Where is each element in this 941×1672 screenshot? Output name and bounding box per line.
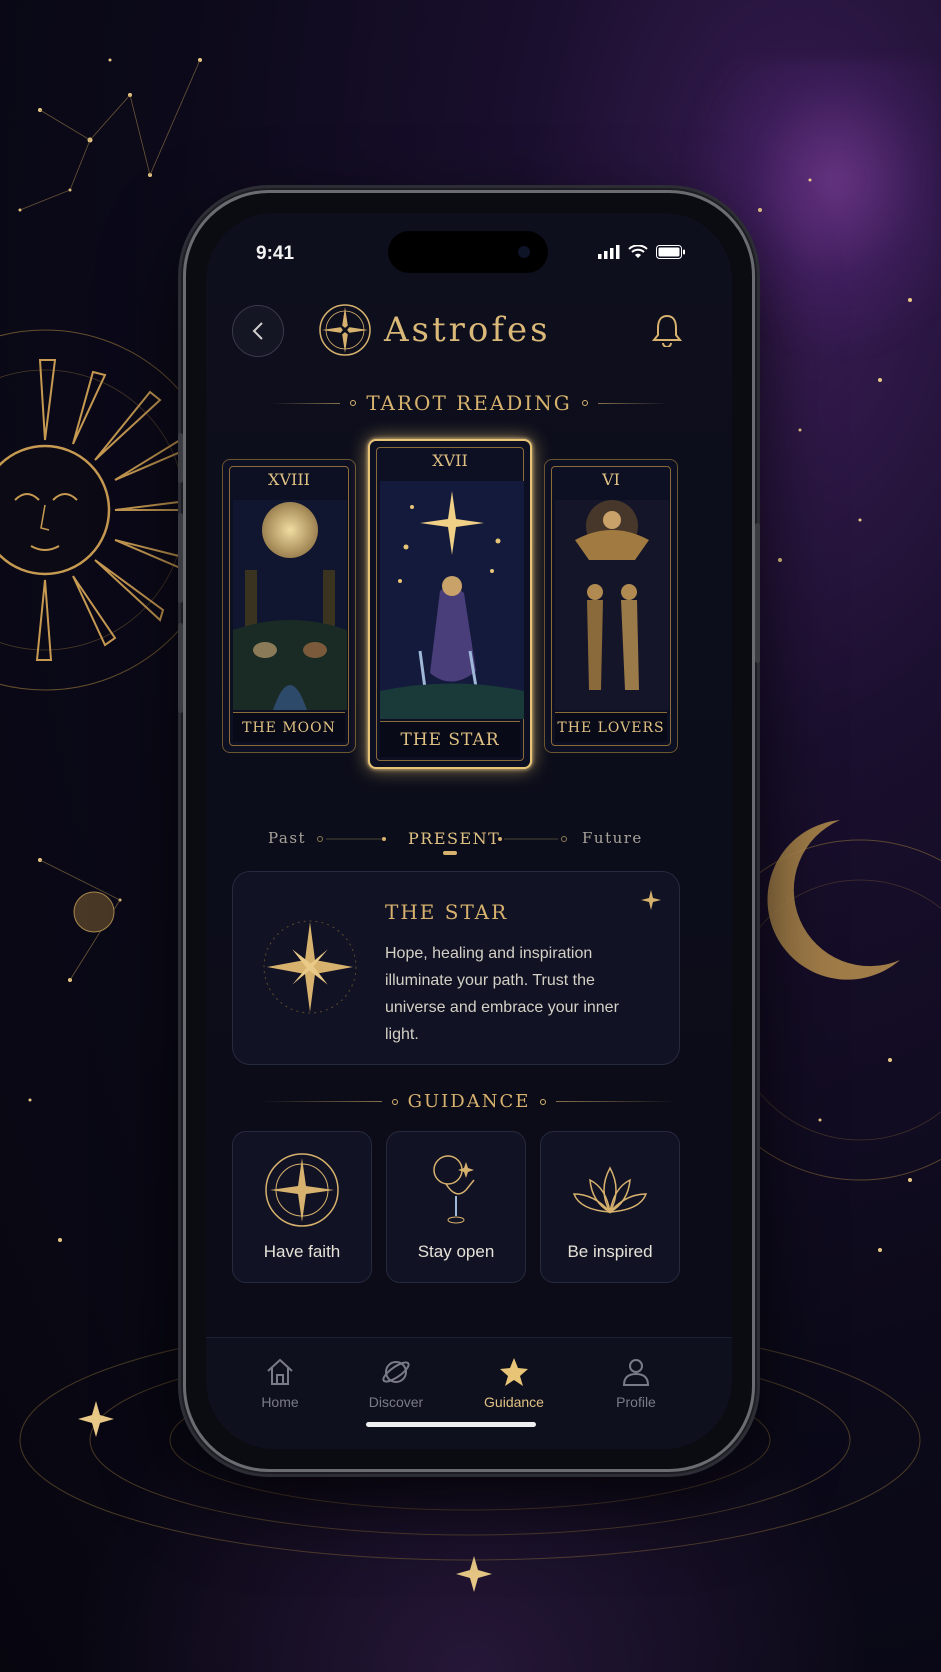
planet-icon bbox=[382, 1361, 410, 1383]
guidance-tile-inspired[interactable]: Be inspired bbox=[540, 1131, 680, 1283]
tarot-card-lovers[interactable]: VI THE LOVERS bbox=[544, 459, 678, 753]
meaning-text: Hope, healing and inspiration illuminate… bbox=[385, 945, 619, 1043]
app-screen: 9:41 Astrofes TAROT READING XVIII THE MO… bbox=[206, 213, 732, 1449]
brand-name: Astrofes bbox=[384, 310, 551, 350]
battery-icon bbox=[656, 245, 685, 259]
status-time: 9:41 bbox=[256, 243, 295, 264]
card-name: THE LOVERS bbox=[555, 712, 667, 742]
dynamic-island bbox=[388, 231, 548, 273]
card-meaning-panel: THE STAR Hope, healing and inspiration i… bbox=[232, 871, 680, 1065]
tab-home[interactable]: Home bbox=[230, 1356, 330, 1410]
active-position-indicator bbox=[443, 851, 457, 855]
timeline-connector bbox=[498, 836, 567, 842]
status-icons bbox=[598, 245, 686, 259]
volume-up-button bbox=[178, 513, 183, 603]
card-numeral: XVIII bbox=[268, 470, 310, 489]
app-header: Astrofes bbox=[206, 301, 732, 361]
guidance-label: Stay open bbox=[417, 1242, 495, 1261]
star-emblem-icon bbox=[263, 920, 357, 1014]
sparkle-icon bbox=[641, 890, 661, 910]
guidance-label: Have faith bbox=[263, 1242, 341, 1261]
guidance-tile-faith[interactable]: Have faith bbox=[232, 1131, 372, 1283]
lotus-icon bbox=[572, 1166, 648, 1214]
lovers-card-art bbox=[555, 500, 669, 710]
tab-label: Profile bbox=[616, 1394, 656, 1410]
reading-positions: Past PRESENT Future bbox=[206, 829, 732, 859]
section-title: TAROT READING bbox=[366, 391, 572, 415]
star-icon bbox=[500, 1358, 528, 1386]
home-icon bbox=[267, 1358, 293, 1385]
bell-icon bbox=[651, 314, 683, 348]
notifications-button[interactable] bbox=[651, 313, 683, 351]
tab-profile[interactable]: Profile bbox=[586, 1356, 686, 1410]
water-bearer-icon bbox=[433, 1155, 475, 1224]
card-name: THE STAR bbox=[380, 721, 520, 757]
star-card-art bbox=[380, 481, 524, 719]
guidance-label: Be inspired bbox=[567, 1242, 653, 1261]
phone-frame: 9:41 Astrofes TAROT READING XVIII THE MO… bbox=[178, 190, 760, 1472]
tab-label: Home bbox=[261, 1394, 299, 1410]
brand: Astrofes bbox=[318, 303, 551, 357]
back-button[interactable] bbox=[232, 305, 284, 357]
guidance-heading: GUIDANCE bbox=[206, 1091, 732, 1112]
tab-guidance[interactable]: Guidance bbox=[464, 1356, 564, 1410]
tarot-reading-heading: TAROT READING bbox=[206, 391, 732, 415]
guidance-tile-open[interactable]: Stay open bbox=[386, 1131, 526, 1283]
power-button bbox=[755, 523, 760, 663]
tarot-card-star[interactable]: XVII THE STAR bbox=[368, 439, 532, 769]
compass-star-logo-icon bbox=[319, 304, 371, 356]
tab-label: Discover bbox=[368, 1394, 424, 1410]
signal-icon bbox=[598, 245, 620, 259]
position-future[interactable]: Future bbox=[582, 829, 643, 847]
tab-label: Guidance bbox=[484, 1394, 544, 1410]
tab-bar: Home Discover Guidance Profile bbox=[206, 1337, 732, 1449]
timeline-connector bbox=[317, 836, 386, 842]
position-past[interactable]: Past bbox=[268, 829, 306, 847]
home-indicator[interactable] bbox=[366, 1422, 536, 1427]
constellation-lines bbox=[19, 59, 201, 981]
mute-switch bbox=[178, 433, 183, 483]
wifi-icon bbox=[628, 245, 648, 258]
moon-card-art bbox=[233, 500, 347, 710]
card-name: THE MOON bbox=[233, 712, 345, 742]
tarot-card-moon[interactable]: XVIII THE MOON bbox=[222, 459, 356, 753]
card-numeral: VI bbox=[602, 470, 620, 489]
tab-discover[interactable]: Discover bbox=[346, 1356, 446, 1410]
guidance-title: GUIDANCE bbox=[407, 1091, 531, 1112]
position-present[interactable]: PRESENT bbox=[408, 829, 500, 848]
card-numeral: XVII bbox=[432, 451, 468, 470]
compass-star-icon bbox=[265, 1153, 339, 1227]
user-icon bbox=[622, 1359, 650, 1386]
planet-illustration bbox=[73, 891, 115, 933]
volume-down-button bbox=[178, 623, 183, 713]
chevron-left-icon bbox=[252, 322, 263, 340]
meaning-title: THE STAR bbox=[385, 900, 509, 924]
